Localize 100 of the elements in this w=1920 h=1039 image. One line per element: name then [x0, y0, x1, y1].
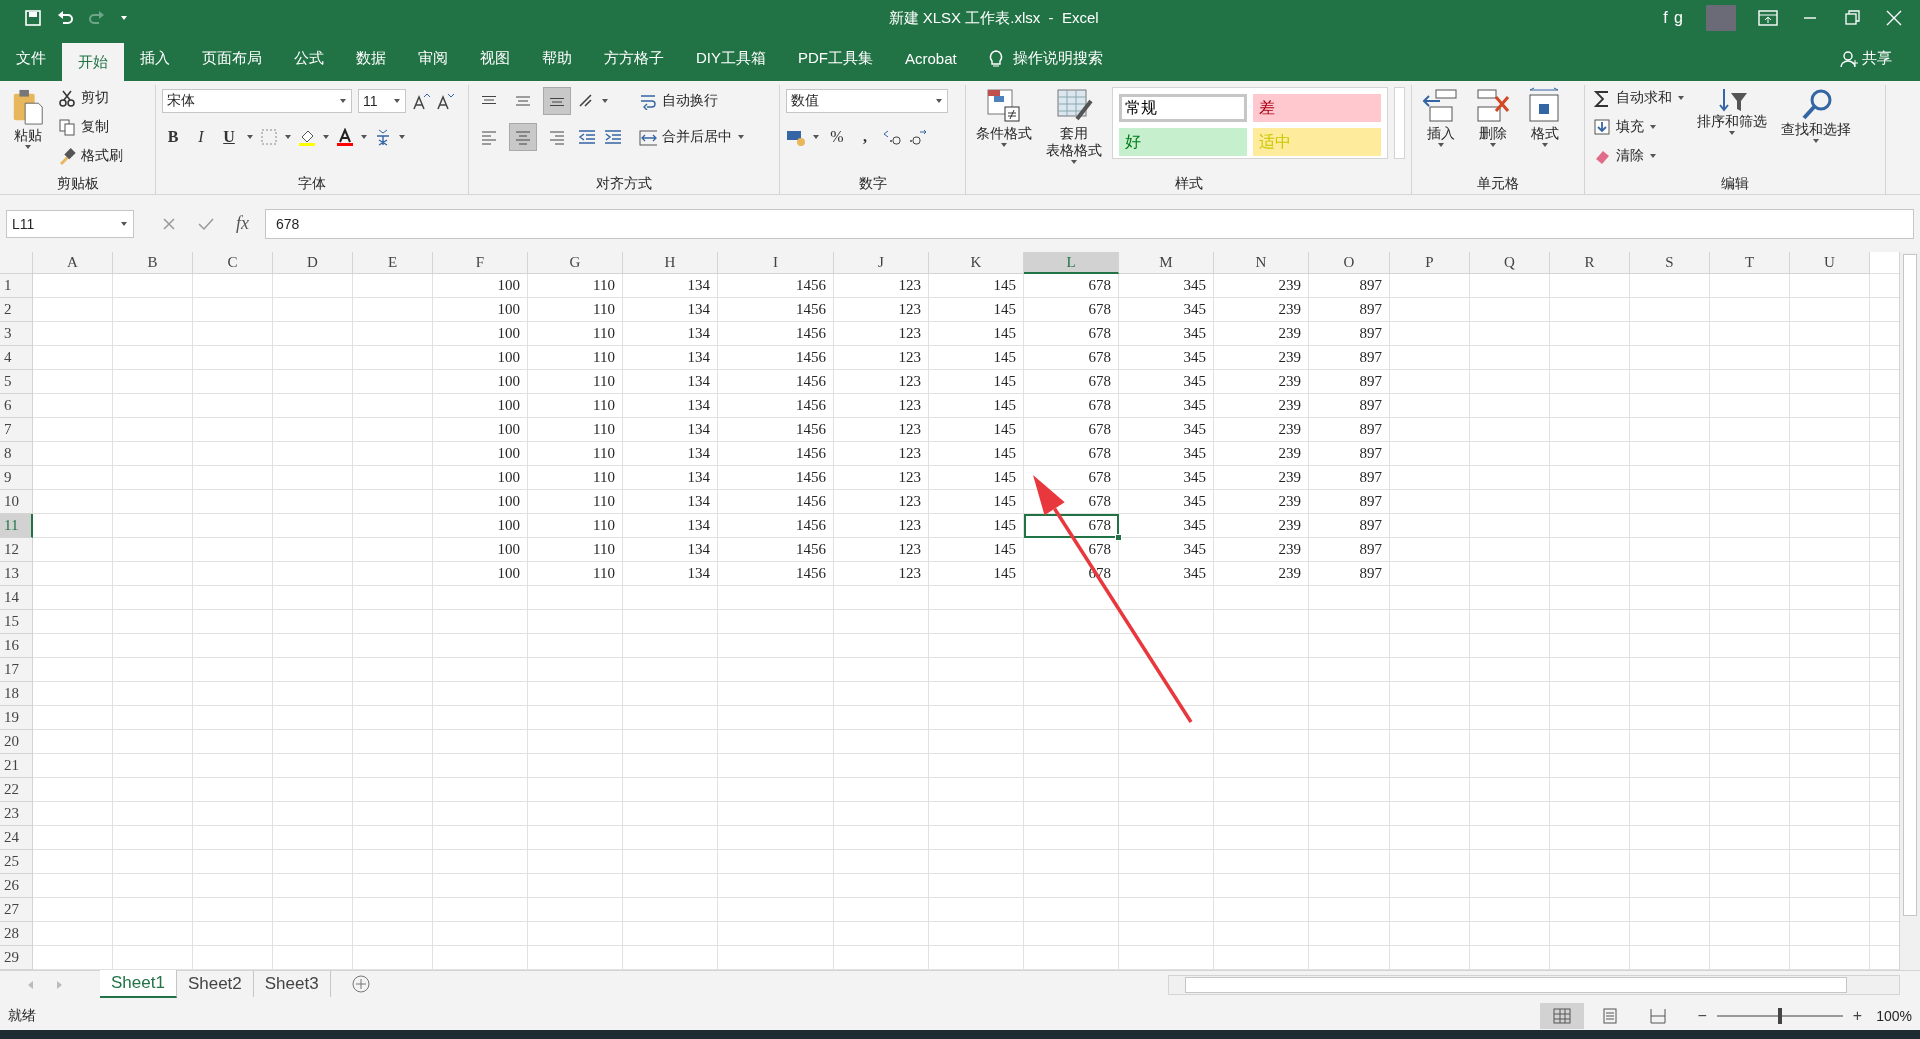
cell-style[interactable]: 好 — [1119, 128, 1247, 157]
grow-font-icon[interactable] — [412, 92, 430, 111]
column-header[interactable]: H — [623, 252, 718, 275]
row-header[interactable]: 27 — [0, 898, 33, 923]
format-painter-button[interactable]: 格式刷 — [56, 143, 125, 169]
row-header[interactable]: 23 — [0, 802, 33, 827]
cut-button[interactable]: 剪切 — [56, 85, 125, 111]
format-button[interactable]: 格式 — [1522, 85, 1568, 172]
column-header[interactable]: D — [273, 252, 353, 275]
formula-field[interactable]: 678 — [265, 208, 1914, 239]
merge-center-button[interactable]: 合并后居中 — [637, 121, 747, 154]
sort-filter-button[interactable]: 排序和筛选 — [1693, 85, 1771, 172]
bottom-align-button[interactable] — [543, 87, 571, 116]
column-header[interactable]: S — [1630, 252, 1710, 275]
row-header[interactable]: 10 — [0, 490, 33, 515]
find-select-button[interactable]: 查找和选择 — [1777, 85, 1855, 172]
decrease-decimal-icon[interactable] — [908, 127, 928, 148]
cell-style[interactable]: 常规 — [1119, 94, 1247, 123]
row-header[interactable]: 15 — [0, 610, 33, 635]
ribbon-display-icon[interactable] — [1758, 10, 1778, 27]
insert-button[interactable]: 插入 — [1418, 85, 1464, 172]
row-header[interactable]: 1 — [0, 274, 33, 299]
ribbon-tab[interactable]: 插入 — [124, 36, 186, 82]
column-header[interactable]: J — [834, 252, 929, 275]
row-header[interactable]: 29 — [0, 946, 33, 971]
row-header[interactable]: 2 — [0, 298, 33, 323]
number-format-field[interactable]: 数值 — [786, 89, 948, 114]
clear-button[interactable]: 清除 — [1591, 143, 1687, 169]
ribbon-tab[interactable]: 公式 — [278, 36, 340, 82]
row-header[interactable]: 7 — [0, 418, 33, 443]
fill-button[interactable]: 填充 — [1591, 114, 1687, 140]
ribbon-tab[interactable]: DIY工具箱 — [680, 36, 782, 82]
table-format-button[interactable]: 套用 表格格式 — [1042, 85, 1106, 172]
paste-button[interactable]: 粘贴 — [6, 85, 50, 172]
caret-icon[interactable] — [120, 15, 128, 22]
enter-icon[interactable] — [198, 216, 214, 231]
row-header[interactable]: 8 — [0, 442, 33, 467]
share-button[interactable]: 共享 — [1834, 36, 1898, 82]
column-header[interactable]: G — [528, 252, 623, 275]
row-header[interactable]: 26 — [0, 874, 33, 899]
wrap-text-button[interactable]: 自动换行 — [637, 85, 747, 118]
tell-me-search[interactable]: 操作说明搜索 — [1012, 49, 1103, 69]
normal-view-button[interactable] — [1539, 1002, 1584, 1029]
column-header[interactable]: L — [1024, 252, 1119, 275]
shrink-font-icon[interactable] — [436, 92, 454, 111]
ribbon-tab[interactable]: Acrobat — [889, 36, 973, 82]
row-header[interactable]: 13 — [0, 562, 33, 587]
row-header[interactable]: 14 — [0, 586, 33, 611]
column-header[interactable]: I — [718, 252, 834, 275]
column-header[interactable]: P — [1390, 252, 1470, 275]
row-header[interactable]: 17 — [0, 658, 33, 683]
ribbon-tab[interactable]: 帮助 — [526, 36, 588, 82]
name-box[interactable]: L11 — [6, 209, 134, 238]
save-icon[interactable] — [24, 9, 42, 28]
delete-button[interactable]: 删除 — [1470, 85, 1516, 172]
column-header[interactable]: B — [113, 252, 193, 275]
italic-button[interactable]: I — [190, 124, 212, 151]
row-header[interactable]: 11 — [0, 514, 33, 539]
currency-icon[interactable] — [786, 128, 806, 147]
ribbon-tab[interactable]: 方方格子 — [588, 36, 680, 82]
row-header[interactable]: 21 — [0, 754, 33, 779]
row-header[interactable]: 9 — [0, 466, 33, 491]
row-header[interactable]: 28 — [0, 922, 33, 947]
close-icon[interactable] — [1884, 10, 1904, 27]
column-header[interactable]: T — [1710, 252, 1790, 275]
row-header[interactable]: 25 — [0, 850, 33, 875]
row-header[interactable]: 16 — [0, 634, 33, 659]
autosum-button[interactable]: 自动求和 — [1591, 85, 1687, 111]
font-name-field[interactable]: 宋体 — [162, 89, 352, 114]
column-header[interactable]: O — [1309, 252, 1390, 275]
row-header[interactable]: 18 — [0, 682, 33, 707]
font-color-icon[interactable] — [336, 128, 354, 147]
underline-button[interactable]: U — [218, 124, 240, 151]
column-header[interactable]: F — [433, 252, 528, 275]
column-header[interactable]: M — [1119, 252, 1214, 275]
column-header[interactable]: C — [193, 252, 273, 275]
font-size-field[interactable]: 11 — [358, 89, 406, 114]
zoom-out-button[interactable]: − — [1693, 1006, 1711, 1025]
comma-button[interactable]: , — [854, 124, 876, 151]
add-sheet-icon[interactable] — [350, 974, 371, 995]
ribbon-tab[interactable]: 文件 — [0, 36, 62, 82]
ribbon-tab[interactable]: 数据 — [340, 36, 402, 82]
row-header[interactable]: 19 — [0, 706, 33, 731]
row-header[interactable]: 5 — [0, 370, 33, 395]
column-header[interactable]: E — [353, 252, 433, 275]
conditional-format-button[interactable]: 条件格式 — [972, 85, 1036, 172]
vertical-scrollbar[interactable] — [1899, 252, 1920, 971]
ribbon-tab[interactable]: 开始 — [62, 43, 124, 82]
insert-function-button[interactable]: fx — [236, 213, 249, 235]
ribbon-tab[interactable]: 审阅 — [402, 36, 464, 82]
column-header[interactable]: Q — [1470, 252, 1550, 275]
scrollbar[interactable] — [1394, 87, 1405, 160]
column-header[interactable]: U — [1790, 252, 1870, 275]
cell-style[interactable]: 差 — [1253, 94, 1381, 123]
phonetic-icon[interactable] — [374, 128, 392, 147]
percent-button[interactable]: % — [826, 124, 848, 151]
ribbon-tab[interactable]: 视图 — [464, 36, 526, 82]
sheet-tab[interactable]: Sheet2 — [176, 971, 254, 998]
column-header[interactable]: A — [33, 252, 113, 275]
column-header[interactable]: R — [1550, 252, 1630, 275]
